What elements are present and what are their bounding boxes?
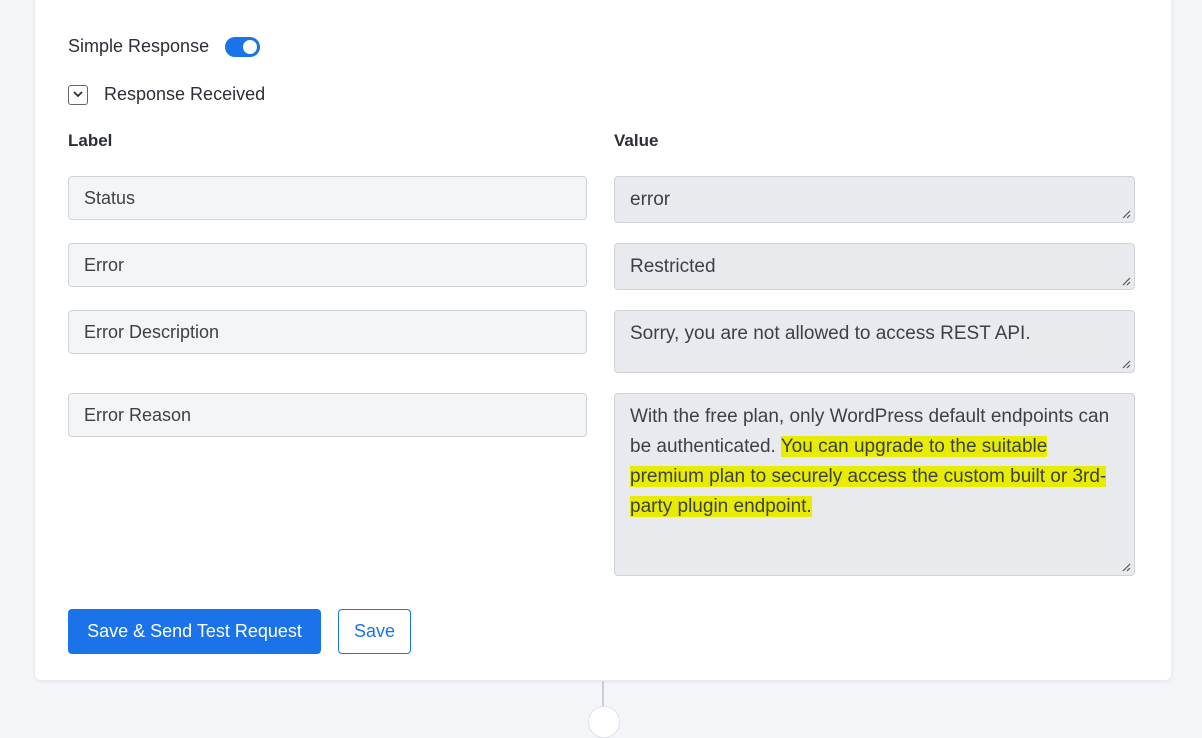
response-received-row: Response Received xyxy=(68,84,265,105)
simple-response-row: Simple Response xyxy=(68,36,261,57)
save-button[interactable]: Save xyxy=(338,609,411,654)
collapse-toggle-button[interactable] xyxy=(68,84,88,105)
value-text: Restricted xyxy=(630,256,716,277)
save-and-send-test-request-button[interactable]: Save & Send Test Request xyxy=(68,609,321,654)
response-received-label: Response Received xyxy=(104,84,266,104)
label-column-header: Label xyxy=(68,131,113,150)
chevron-down-icon xyxy=(73,91,83,98)
value-text: error xyxy=(630,189,671,210)
label-field-status[interactable]: Status xyxy=(68,176,587,220)
value-column-header: Value xyxy=(614,131,659,150)
resize-handle-icon[interactable] xyxy=(1122,360,1131,369)
resize-handle-icon[interactable] xyxy=(1122,563,1131,572)
value-field-error-description[interactable]: Sorry, you are not allowed to access RES… xyxy=(614,310,1135,373)
label-field-error[interactable]: Error xyxy=(68,243,587,287)
add-step-node[interactable] xyxy=(588,706,620,738)
simple-response-toggle[interactable] xyxy=(225,36,261,57)
label-field-error-description[interactable]: Error Description xyxy=(68,310,587,354)
value-field-error[interactable]: Restricted xyxy=(614,243,1135,290)
value-field-error-reason[interactable]: With the free plan, only WordPress defau… xyxy=(614,393,1135,576)
value-text: Sorry, you are not allowed to access RES… xyxy=(630,323,1031,344)
resize-handle-icon[interactable] xyxy=(1122,210,1131,219)
resize-handle-icon[interactable] xyxy=(1122,277,1131,286)
toggle-knob xyxy=(243,39,258,54)
label-field-error-reason[interactable]: Error Reason xyxy=(68,393,587,437)
value-field-status[interactable]: error xyxy=(614,176,1135,223)
simple-response-label: Simple Response xyxy=(68,36,210,56)
